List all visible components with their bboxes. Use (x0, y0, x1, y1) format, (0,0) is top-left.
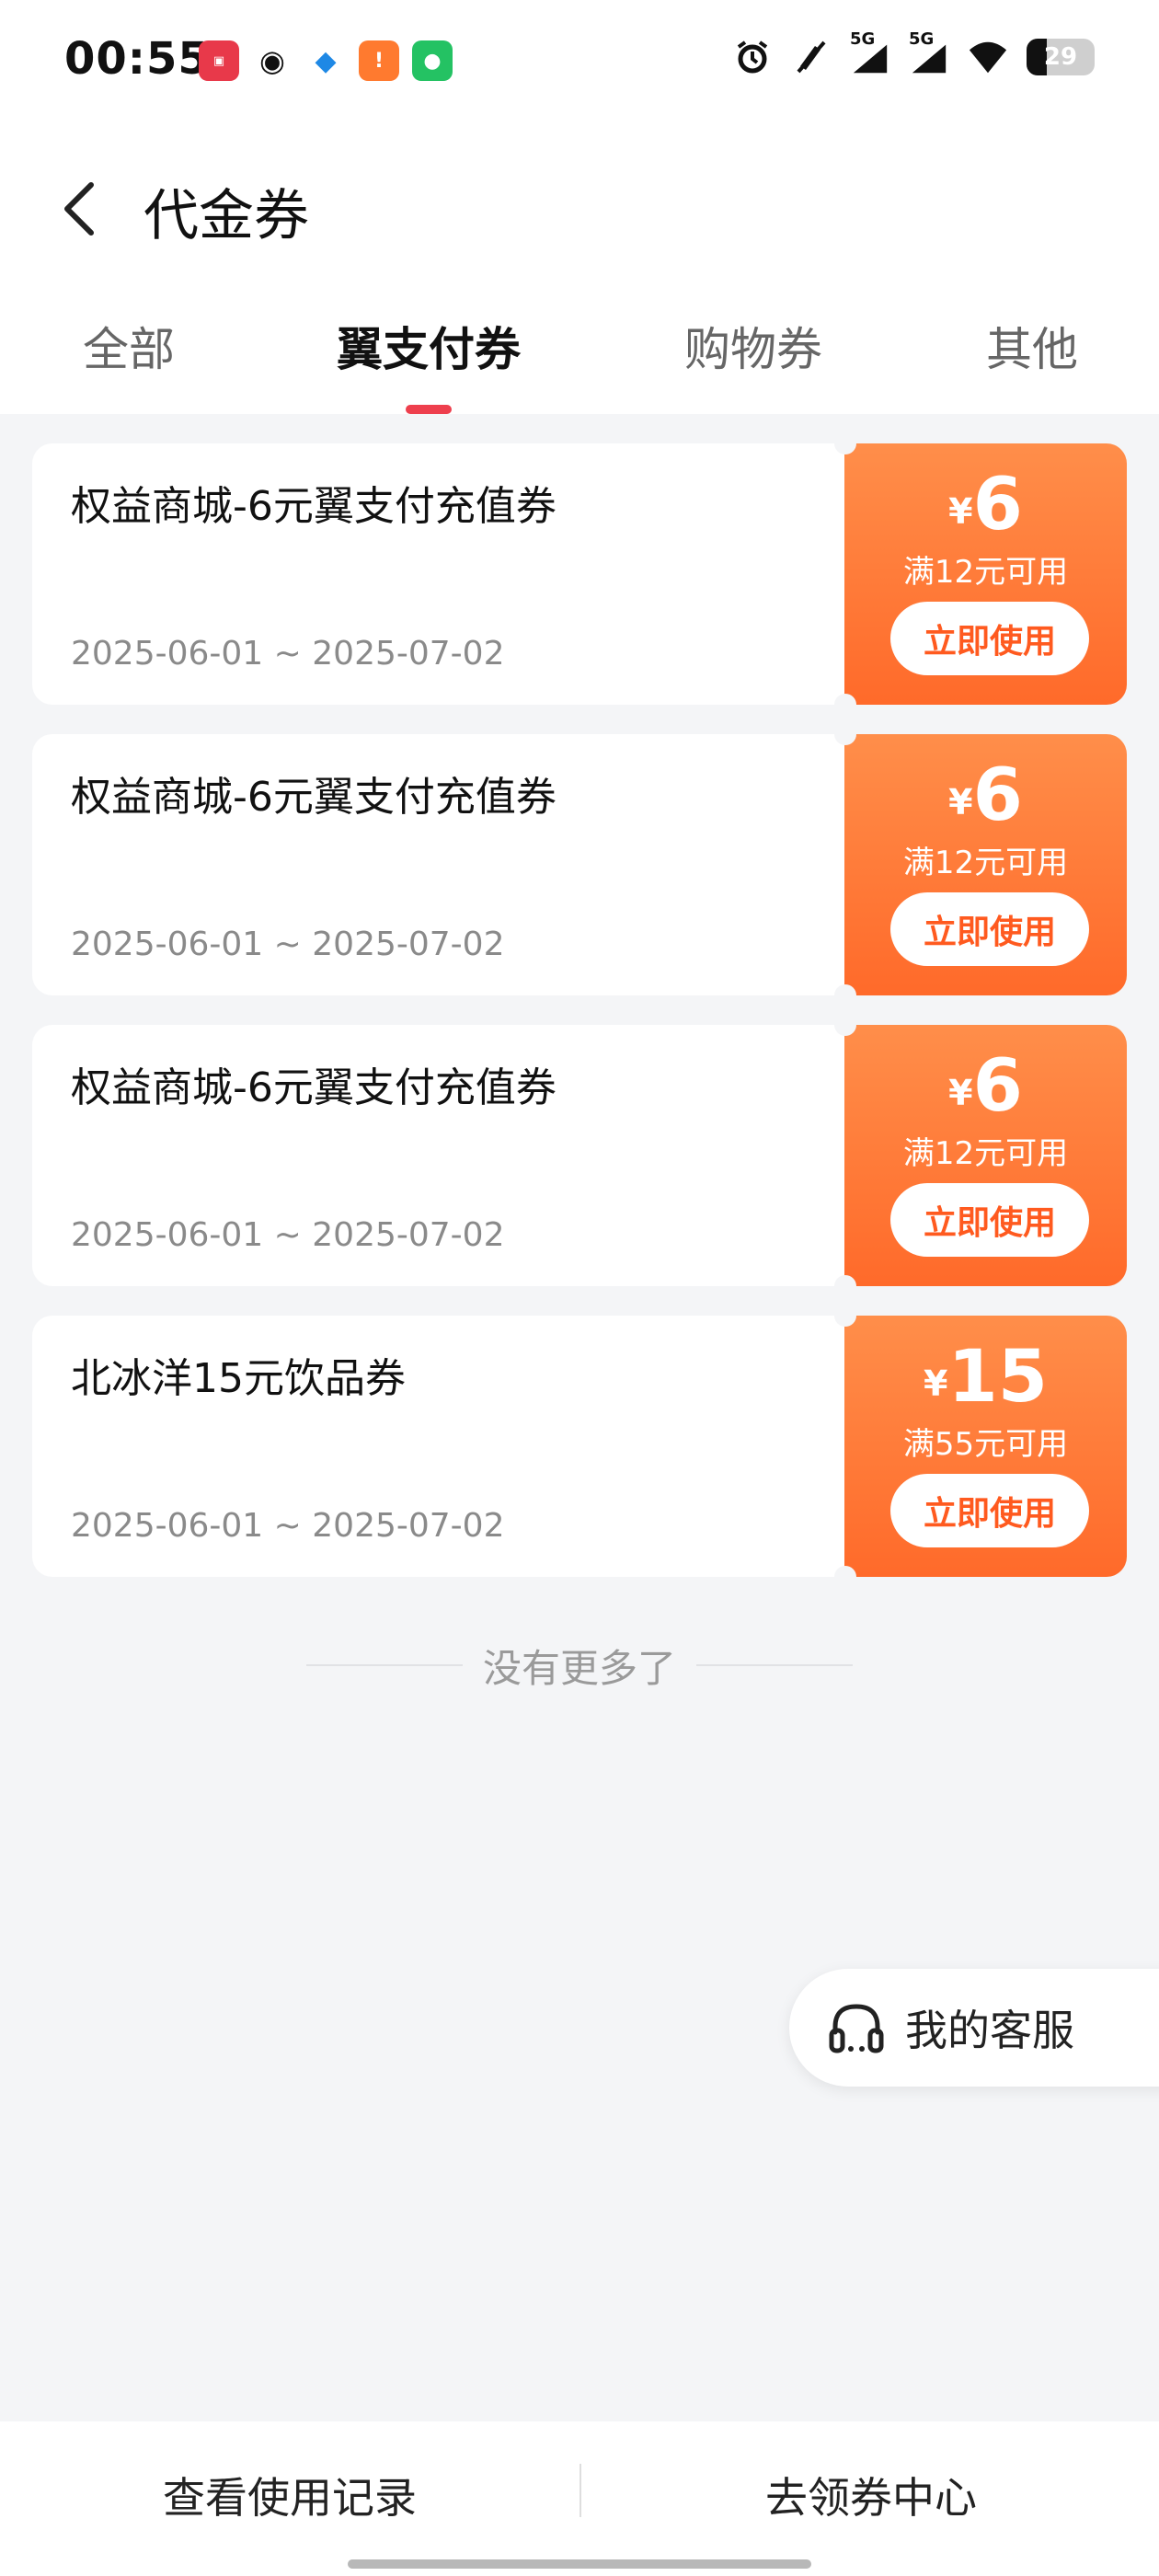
coupon-date-range: 2025-06-01 ~ 2025-07-02 (71, 1216, 505, 1254)
tab-bestpay-coupons[interactable]: 翼支付券 (337, 313, 521, 379)
use-now-button[interactable]: 立即使用 (890, 602, 1089, 675)
status-right-icons: 5G 5G 29 (732, 29, 1095, 77)
coupon-amount-value: 15 (947, 1336, 1048, 1419)
currency-symbol: ¥ (924, 1363, 948, 1404)
coupon-threshold: 满55元可用 (902, 1426, 1069, 1463)
page-title: 代金券 (143, 184, 309, 248)
back-button[interactable] (46, 177, 110, 241)
chevron-left-icon (64, 182, 94, 236)
customer-service-button[interactable]: 我的客服 (789, 1969, 1159, 2087)
status-time: 00:55 (64, 33, 210, 85)
coupon-threshold: 满12元可用 (902, 1135, 1069, 1172)
use-now-button[interactable]: 立即使用 (890, 892, 1089, 966)
coupon-notch (834, 1566, 856, 1588)
currency-symbol: ¥ (948, 491, 973, 532)
use-now-button[interactable]: 立即使用 (890, 1183, 1089, 1257)
bottom-action-bar: 查看使用记录 去领券中心 (0, 2421, 1159, 2576)
coupon-notch (834, 694, 856, 716)
coupon-amount-value: 6 (972, 754, 1023, 837)
coupon-value-panel: ¥6 满12元可用 立即使用 (844, 1025, 1127, 1286)
coupon-info: 权益商城-6元翼支付充值券 2025-06-01 ~ 2025-07-02 (32, 1025, 846, 1286)
status-bar: 00:55 ▣ ◉ ◆ ! ● 5G 5G 29 (0, 0, 1159, 129)
coupon-date-range: 2025-06-01 ~ 2025-07-02 (71, 1507, 505, 1545)
currency-symbol: ¥ (948, 1073, 973, 1113)
signal-5g-icon: 5G (909, 29, 949, 77)
qq-icon: ◉ (252, 40, 293, 81)
coupon-date-range: 2025-06-01 ~ 2025-07-02 (71, 926, 505, 963)
list-end-indicator: 没有更多了 (0, 1638, 1159, 1693)
warning-app-icon: ! (359, 40, 399, 81)
divider-line (305, 1664, 463, 1666)
wechat-icon: ● (412, 40, 453, 81)
coupon-amount-value: 6 (972, 1045, 1023, 1128)
coupon-amount: ¥6 (844, 466, 1127, 545)
tab-all[interactable]: 全部 (83, 313, 175, 379)
coupon-value-panel: ¥6 满12元可用 立即使用 (844, 734, 1127, 995)
customer-service-label: 我的客服 (905, 2006, 1074, 2055)
coupon-card[interactable]: 权益商城-6元翼支付充值券 2025-06-01 ~ 2025-07-02 ¥6… (32, 723, 1127, 1006)
wifi-icon (968, 37, 1008, 77)
coupon-name: 北冰洋15元饮品券 (71, 1355, 406, 1402)
active-tab-indicator (406, 405, 452, 414)
go-coupon-center-button[interactable]: 去领券中心 (581, 2449, 1159, 2541)
coupon-amount: ¥6 (844, 1047, 1127, 1126)
coupon-notch (834, 1275, 856, 1297)
headset-icon (829, 2004, 884, 2053)
tab-other[interactable]: 其他 (986, 313, 1078, 379)
use-now-button[interactable]: 立即使用 (890, 1474, 1089, 1547)
divider-line (696, 1664, 853, 1666)
coupon-notch (834, 432, 856, 454)
coupon-amount: ¥15 (844, 1338, 1127, 1417)
coupon-amount: ¥6 (844, 756, 1127, 835)
notification-app-icons: ▣ ◉ ◆ ! ● (199, 40, 453, 81)
coupon-notch (834, 984, 856, 1006)
coupon-card[interactable]: 权益商城-6元翼支付充值券 2025-06-01 ~ 2025-07-02 ¥6… (32, 1014, 1127, 1297)
coupon-info: 北冰洋15元饮品券 2025-06-01 ~ 2025-07-02 (32, 1316, 846, 1577)
battery-level: 29 (1043, 43, 1078, 71)
alarm-icon (732, 37, 773, 77)
signal-5g-label: 5G (909, 29, 935, 49)
coupon-notch (834, 1305, 856, 1327)
coupon-name: 权益商城-6元翼支付充值券 (71, 483, 557, 530)
view-usage-records-button[interactable]: 查看使用记录 (0, 2449, 580, 2541)
page-header: 代金券 (0, 156, 1159, 258)
coupon-value-panel: ¥15 满55元可用 立即使用 (844, 1316, 1127, 1577)
coupon-amount-value: 6 (972, 464, 1023, 546)
tab-shopping-coupons[interactable]: 购物券 (684, 313, 822, 379)
coupon-threshold: 满12元可用 (902, 845, 1069, 881)
coupon-info: 权益商城-6元翼支付充值券 2025-06-01 ~ 2025-07-02 (32, 734, 846, 995)
coupon-notch (834, 1014, 856, 1036)
signal-5g-icon: 5G (850, 29, 890, 77)
coupon-tabs: 全部 翼支付券 购物券 其他 (0, 294, 1159, 414)
app-notification-icon: ▣ (199, 40, 239, 81)
coupon-threshold: 满12元可用 (902, 554, 1069, 591)
coupon-card[interactable]: 北冰洋15元饮品券 2025-06-01 ~ 2025-07-02 ¥15 满5… (32, 1305, 1127, 1588)
mute-icon (791, 37, 832, 77)
coupon-date-range: 2025-06-01 ~ 2025-07-02 (71, 635, 505, 673)
coupon-value-panel: ¥6 满12元可用 立即使用 (844, 443, 1127, 705)
battery-indicator: 29 (1027, 39, 1095, 75)
coupon-name: 权益商城-6元翼支付充值券 (71, 774, 557, 821)
coupon-info: 权益商城-6元翼支付充值券 2025-06-01 ~ 2025-07-02 (32, 443, 846, 705)
blue-app-icon: ◆ (305, 40, 346, 81)
home-indicator[interactable] (348, 2559, 811, 2569)
coupon-notch (834, 723, 856, 745)
coupon-card[interactable]: 权益商城-6元翼支付充值券 2025-06-01 ~ 2025-07-02 ¥6… (32, 432, 1127, 716)
coupon-name: 权益商城-6元翼支付充值券 (71, 1064, 557, 1111)
currency-symbol: ¥ (948, 782, 973, 822)
no-more-text: 没有更多了 (482, 1645, 676, 1691)
top-area: 00:55 ▣ ◉ ◆ ! ● 5G 5G 29 代金券 全部 翼支付券 购物券… (0, 0, 1159, 414)
signal-5g-label: 5G (850, 29, 876, 49)
